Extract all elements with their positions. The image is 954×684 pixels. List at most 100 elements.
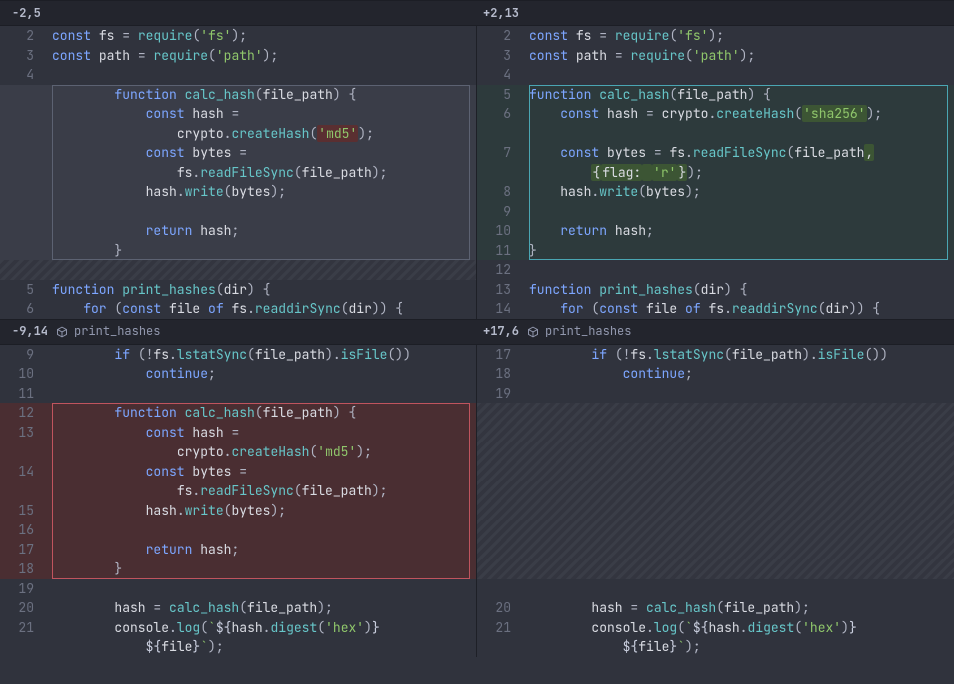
symbol-icon bbox=[527, 326, 539, 338]
code-line[interactable]: crypto.createHash('md5'); bbox=[0, 124, 476, 144]
code-line[interactable]: const hash = bbox=[0, 104, 476, 124]
code-line[interactable]: fs.readFileSync(file_path); bbox=[0, 481, 476, 501]
code-line[interactable]: 12 function calc_hash(file_path) { bbox=[0, 403, 476, 423]
hunk1-right-label: +2,13 bbox=[483, 4, 519, 23]
hunk2-left-context: print_hashes bbox=[74, 322, 160, 341]
hunk2-right-pane[interactable]: 17 if (!fs.lstatSync(file_path).isFile()… bbox=[477, 345, 954, 657]
code-text: const hash = bbox=[46, 423, 476, 442]
code-line[interactable]: 9 if (!fs.lstatSync(file_path).isFile()) bbox=[0, 345, 476, 365]
code-line[interactable]: crypto.createHash('md5'); bbox=[0, 442, 476, 462]
code-line[interactable]: 18 } bbox=[0, 559, 476, 579]
code-text: const hash = crypto.createHash('sha256')… bbox=[523, 104, 954, 123]
code-line[interactable]: 18 continue; bbox=[477, 364, 954, 384]
code-line[interactable]: 9 bbox=[477, 202, 954, 222]
line-number: 11 bbox=[0, 384, 46, 403]
hunk2-body: 9 if (!fs.lstatSync(file_path).isFile())… bbox=[0, 345, 954, 657]
code-line[interactable]: 19 bbox=[0, 579, 476, 599]
line-number: 14 bbox=[0, 462, 46, 481]
code-line[interactable]: 8 hash.write(bytes); bbox=[477, 182, 954, 202]
line-number: 10 bbox=[0, 364, 46, 383]
line-number: 3 bbox=[0, 46, 46, 65]
code-line[interactable]: {flag: 'r'}); bbox=[477, 163, 954, 183]
code-line[interactable]: 20 hash = calc_hash(file_path); bbox=[477, 598, 954, 618]
code-line[interactable]: } bbox=[0, 241, 476, 261]
code-line[interactable]: 7 const bytes = fs.readFileSync(file_pat… bbox=[477, 143, 954, 163]
hunk1-body: 2const fs = require('fs');3const path = … bbox=[0, 26, 954, 319]
hunk-header-2: -9,14 print_hashes +17,6 print_hashes bbox=[0, 319, 954, 345]
code-line[interactable]: 12 bbox=[477, 260, 954, 280]
code-text: function print_hashes(dir) { bbox=[523, 280, 954, 299]
code-line[interactable]: 11 bbox=[0, 384, 476, 404]
code-line[interactable]: 13 const hash = bbox=[0, 423, 476, 443]
code-line[interactable]: 3const path = require('path'); bbox=[477, 46, 954, 66]
code-line[interactable]: 19 bbox=[477, 384, 954, 404]
code-text: const bytes = bbox=[46, 143, 476, 162]
code-line[interactable]: hash.write(bytes); bbox=[0, 182, 476, 202]
code-line[interactable]: 21 console.log(`${hash.digest('hex')} bbox=[477, 618, 954, 638]
code-text: hash = calc_hash(file_path); bbox=[523, 598, 954, 617]
line-number: 20 bbox=[0, 598, 46, 617]
line-number: 13 bbox=[0, 423, 46, 442]
code-text: for (const file of fs.readdirSync(dir)) … bbox=[523, 299, 954, 318]
code-text: fs.readFileSync(file_path); bbox=[46, 163, 476, 182]
code-line[interactable]: ${file}`); bbox=[0, 637, 476, 657]
code-line[interactable]: 14 const bytes = bbox=[0, 462, 476, 482]
hunk-header-1: -2,5 +2,13 bbox=[0, 0, 954, 26]
code-line[interactable]: fs.readFileSync(file_path); bbox=[0, 163, 476, 183]
code-line[interactable]: 17 return hash; bbox=[0, 540, 476, 560]
line-number: 16 bbox=[0, 520, 46, 539]
code-line[interactable]: 10 continue; bbox=[0, 364, 476, 384]
code-text: return hash; bbox=[46, 540, 476, 559]
code-line[interactable] bbox=[0, 202, 476, 222]
code-line[interactable]: 6 for (const file of fs.readdirSync(dir)… bbox=[0, 299, 476, 319]
moved-to-block: 5function calc_hash(file_path) {6 const … bbox=[477, 85, 954, 261]
code-line[interactable]: 16 bbox=[0, 520, 476, 540]
code-text: const hash = bbox=[46, 104, 476, 123]
line-number: 19 bbox=[0, 579, 46, 598]
code-text: const bytes = bbox=[46, 462, 476, 481]
code-line[interactable]: 5function calc_hash(file_path) { bbox=[477, 85, 954, 105]
code-text: crypto.createHash('md5'); bbox=[46, 124, 476, 143]
blank-line bbox=[477, 423, 954, 443]
code-line[interactable]: 3const path = require('path'); bbox=[0, 46, 476, 66]
code-line[interactable]: 15 hash.write(bytes); bbox=[0, 501, 476, 521]
code-text: continue; bbox=[523, 364, 954, 383]
code-line[interactable]: 2const fs = require('fs'); bbox=[477, 26, 954, 46]
blank-line bbox=[477, 481, 954, 501]
hunk2-left-pane[interactable]: 9 if (!fs.lstatSync(file_path).isFile())… bbox=[0, 345, 477, 657]
line-number: 5 bbox=[0, 280, 46, 299]
code-line[interactable] bbox=[477, 124, 954, 144]
line-number: 18 bbox=[477, 364, 523, 383]
code-text: function calc_hash(file_path) { bbox=[46, 403, 476, 422]
code-line[interactable]: ${file}`); bbox=[477, 637, 954, 657]
code-text: const fs = require('fs'); bbox=[46, 26, 476, 45]
code-text: hash.write(bytes); bbox=[523, 182, 954, 201]
code-line[interactable]: 21 console.log(`${hash.digest('hex')} bbox=[0, 618, 476, 638]
blank-line bbox=[477, 403, 954, 423]
code-line[interactable]: 5function print_hashes(dir) { bbox=[0, 280, 476, 300]
code-text: {flag: 'r'}); bbox=[523, 163, 954, 182]
blank-line bbox=[477, 501, 954, 521]
code-text: } bbox=[46, 559, 476, 578]
hunk2-left-label: -9,14 bbox=[12, 322, 48, 341]
code-line[interactable]: 14 for (const file of fs.readdirSync(dir… bbox=[477, 299, 954, 319]
code-line[interactable]: return hash; bbox=[0, 221, 476, 241]
code-line[interactable]: 10 return hash; bbox=[477, 221, 954, 241]
code-text: return hash; bbox=[46, 221, 476, 240]
code-text: continue; bbox=[46, 364, 476, 383]
code-line[interactable]: 4 bbox=[0, 65, 476, 85]
line-number: 12 bbox=[0, 403, 46, 422]
code-line[interactable]: function calc_hash(file_path) { bbox=[0, 85, 476, 105]
hunk1-left-pane[interactable]: 2const fs = require('fs');3const path = … bbox=[0, 26, 477, 319]
code-line[interactable]: 11} bbox=[477, 241, 954, 261]
code-line[interactable]: 20 hash = calc_hash(file_path); bbox=[0, 598, 476, 618]
code-line[interactable]: 13function print_hashes(dir) { bbox=[477, 280, 954, 300]
line-number: 15 bbox=[0, 501, 46, 520]
hunk1-right-pane[interactable]: 2const fs = require('fs');3const path = … bbox=[477, 26, 954, 319]
code-line[interactable]: 17 if (!fs.lstatSync(file_path).isFile()… bbox=[477, 345, 954, 365]
code-text: ${file}`); bbox=[46, 637, 476, 656]
code-line[interactable]: 2const fs = require('fs'); bbox=[0, 26, 476, 46]
code-line[interactable]: 4 bbox=[477, 65, 954, 85]
code-line[interactable]: 6 const hash = crypto.createHash('sha256… bbox=[477, 104, 954, 124]
code-line[interactable]: const bytes = bbox=[0, 143, 476, 163]
